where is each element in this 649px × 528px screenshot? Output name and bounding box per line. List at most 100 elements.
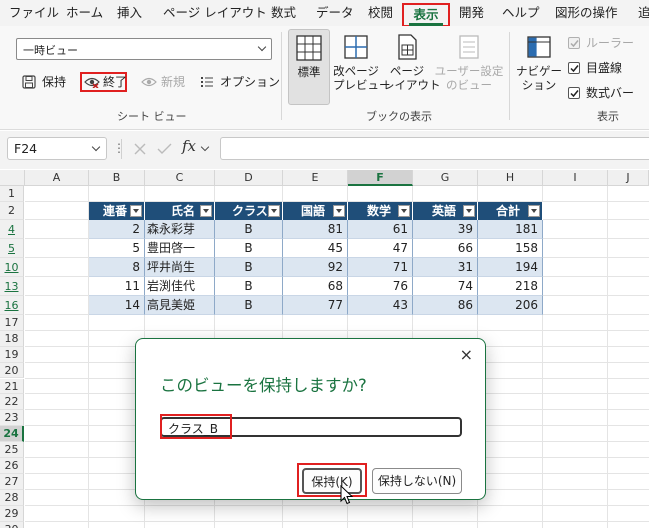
column-header-d[interactable]: D [215, 170, 283, 186]
menu-view[interactable]: 表示 [402, 3, 450, 27]
row-header-13[interactable]: 13 [0, 276, 24, 296]
sheet-view-combo[interactable]: 一時ビュー [16, 38, 272, 60]
custom-views-button[interactable]: ユーザー設定 のビュー [434, 29, 504, 105]
column-header-h[interactable]: H [478, 170, 543, 186]
sheet-view-new-button[interactable]: 新規 [141, 72, 187, 92]
table-header-cell[interactable]: 氏名 [145, 202, 215, 220]
table-header-cell[interactable]: 数学 [348, 202, 413, 220]
table-cell[interactable]: 61 [348, 219, 413, 239]
filter-dropdown-icon[interactable] [200, 205, 212, 217]
filter-dropdown-icon[interactable] [463, 205, 475, 217]
row-header-18[interactable]: 18 [0, 330, 24, 347]
sheet-view-options-button[interactable]: オプション [200, 72, 280, 92]
row-header-10[interactable]: 10 [0, 257, 24, 277]
table-cell[interactable]: 194 [478, 257, 543, 277]
row-header-2[interactable]: 2 [0, 201, 24, 220]
row-header-20[interactable]: 20 [0, 362, 24, 379]
menu-formulas[interactable]: 数式 [271, 0, 296, 26]
table-cell[interactable]: 31 [413, 257, 478, 277]
row-header-19[interactable]: 19 [0, 346, 24, 363]
menu-developer[interactable]: 開発 [459, 0, 484, 26]
sheet-view-exit-button[interactable]: 終了 [80, 72, 127, 92]
table-header-cell[interactable]: 合計 [478, 202, 543, 220]
filter-dropdown-icon[interactable] [333, 205, 345, 217]
table-cell[interactable]: 81 [283, 219, 348, 239]
table-cell[interactable]: 2 [89, 219, 145, 239]
table-cell[interactable]: 8 [89, 257, 145, 277]
table-cell[interactable]: 14 [89, 295, 145, 315]
table-cell[interactable]: B [215, 276, 283, 296]
column-header-b[interactable]: B [89, 170, 145, 186]
table-cell[interactable]: B [215, 295, 283, 315]
table-cell[interactable]: 158 [478, 238, 543, 258]
column-header-f[interactable]: F [348, 170, 413, 186]
column-header-a[interactable]: A [25, 170, 89, 186]
table-cell[interactable]: 坪井尚生 [145, 257, 215, 277]
formula-bar-checkbox[interactable]: 数式バー [568, 85, 648, 101]
row-header-1[interactable]: 1 [0, 186, 24, 202]
table-cell[interactable]: 45 [283, 238, 348, 258]
column-header-j[interactable]: J [608, 170, 649, 186]
table-cell[interactable]: 206 [478, 295, 543, 315]
row-header-30[interactable]: 30 [0, 521, 24, 528]
filter-dropdown-icon[interactable] [528, 205, 540, 217]
row-header-21[interactable]: 21 [0, 378, 24, 395]
row-header-29[interactable]: 29 [0, 505, 24, 522]
menu-insert[interactable]: 挿入 [117, 0, 142, 26]
menu-help[interactable]: ヘルプ [502, 0, 540, 26]
column-header-c[interactable]: C [145, 170, 215, 186]
page-layout-button[interactable]: ページ レイアウト [383, 29, 441, 105]
menu-shape-format[interactable]: 図形の操作 [555, 0, 618, 26]
row-header-22[interactable]: 22 [0, 394, 24, 411]
filter-dropdown-icon[interactable] [398, 205, 410, 217]
table-header-cell[interactable]: 英語 [413, 202, 478, 220]
row-header-24[interactable]: 24 [0, 426, 24, 443]
insert-function-icon[interactable]: fx [182, 137, 196, 155]
column-header-g[interactable]: G [413, 170, 478, 186]
table-header-cell[interactable]: 連番 [89, 202, 145, 220]
table-cell[interactable]: 高見美姫 [145, 295, 215, 315]
table-cell[interactable]: 92 [283, 257, 348, 277]
table-cell[interactable]: 66 [413, 238, 478, 258]
menu-file[interactable]: ファイル [9, 0, 59, 26]
menu-review[interactable]: 校閲 [368, 0, 393, 26]
table-header-cell[interactable]: 国語 [283, 202, 348, 220]
sheet-view-keep-button[interactable]: 保持 [22, 72, 74, 92]
table-cell[interactable]: 77 [283, 295, 348, 315]
formula-input[interactable] [220, 137, 649, 160]
dont-keep-button[interactable]: 保持しない(N) [372, 468, 462, 494]
close-icon[interactable]: × [460, 345, 473, 364]
table-header-cell[interactable]: クラス [215, 202, 283, 220]
table-cell[interactable]: 森永彩芽 [145, 219, 215, 239]
table-cell[interactable]: 218 [478, 276, 543, 296]
table-cell[interactable]: 11 [89, 276, 145, 296]
row-header-26[interactable]: 26 [0, 458, 24, 474]
table-cell[interactable]: 76 [348, 276, 413, 296]
table-cell[interactable]: 74 [413, 276, 478, 296]
table-cell[interactable]: 47 [348, 238, 413, 258]
column-header-i[interactable]: I [543, 170, 608, 186]
table-cell[interactable]: 68 [283, 276, 348, 296]
menu-more[interactable]: 追 [638, 0, 649, 26]
row-header-17[interactable]: 17 [0, 314, 24, 331]
table-cell[interactable]: 岩渕佳代 [145, 276, 215, 296]
menu-home[interactable]: ホーム [66, 0, 103, 26]
view-name-input[interactable]: クラス_B [160, 414, 462, 439]
row-header-23[interactable]: 23 [0, 410, 24, 427]
ruler-checkbox[interactable]: ルーラー [568, 35, 648, 51]
table-cell[interactable]: 43 [348, 295, 413, 315]
enter-check-icon[interactable] [157, 142, 172, 156]
row-header-27[interactable]: 27 [0, 473, 24, 490]
filter-applied-icon[interactable] [268, 205, 280, 217]
select-all-corner[interactable] [0, 170, 25, 186]
table-cell[interactable]: 86 [413, 295, 478, 315]
filter-dropdown-icon[interactable] [130, 205, 142, 217]
table-cell[interactable]: 豊田啓一 [145, 238, 215, 258]
table-cell[interactable]: B [215, 257, 283, 277]
table-cell[interactable]: B [215, 219, 283, 239]
row-header-5[interactable]: 5 [0, 238, 24, 258]
table-cell[interactable]: 39 [413, 219, 478, 239]
cancel-icon[interactable] [133, 142, 147, 156]
menu-page-layout[interactable]: ページ レイアウト [163, 0, 267, 26]
table-cell[interactable]: B [215, 238, 283, 258]
